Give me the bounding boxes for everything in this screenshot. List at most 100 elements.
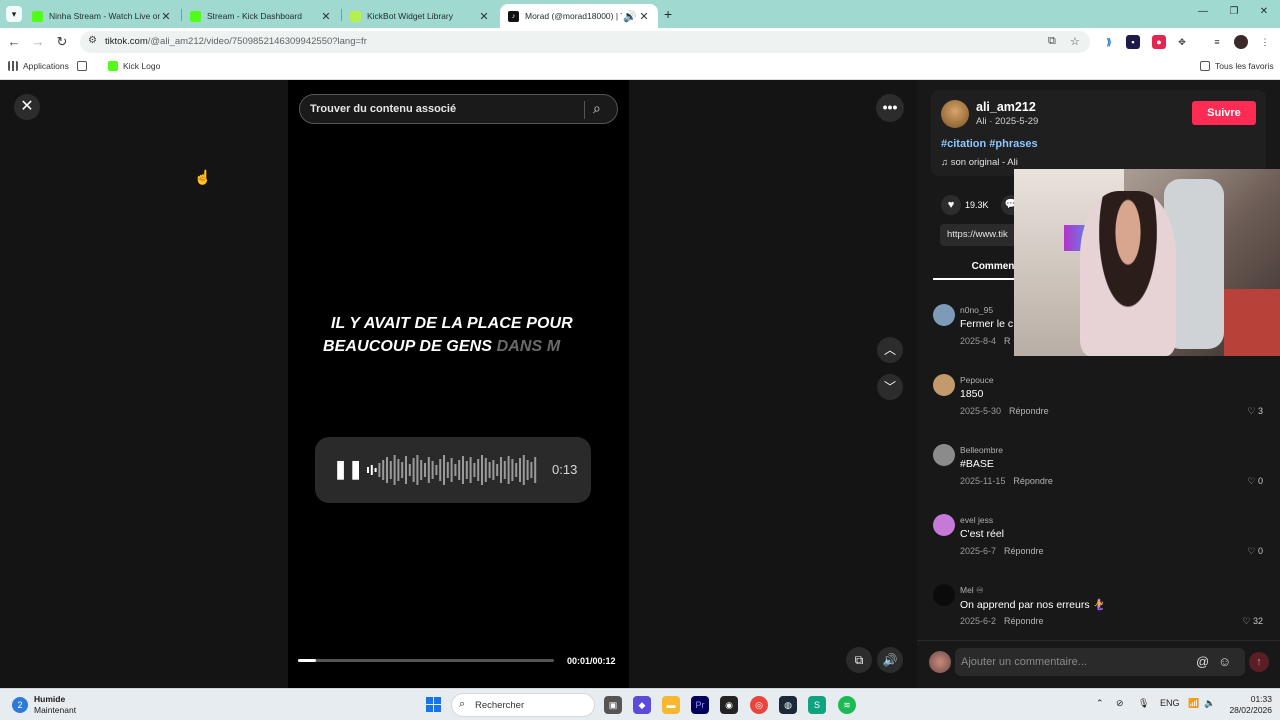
send-arrow-icon[interactable]: ↑	[1249, 652, 1269, 672]
waveform-bar	[503, 461, 506, 479]
video-player[interactable]: Trouver du contenu associé ⌕ IL Y AVAIT …	[288, 80, 629, 688]
pause-icon[interactable]: ❚❚	[333, 459, 363, 480]
close-tab-icon[interactable]: ✕	[638, 10, 650, 23]
commenter-name[interactable]: evel jess	[960, 515, 993, 525]
previous-video-button[interactable]: ︿	[877, 337, 903, 363]
commenter-name[interactable]: n0no_95	[960, 305, 993, 315]
caption-line: IL Y AVAIT DE LA PLACE POUR	[331, 315, 573, 332]
close-tab-icon[interactable]: ✕	[160, 10, 172, 23]
post-hashtags[interactable]: #citation #phrases	[941, 138, 1038, 150]
close-video-button[interactable]: ✕	[14, 94, 40, 120]
comment-like-count[interactable]: ♡ 3	[1247, 406, 1263, 417]
tab-search-button[interactable]: ▾	[6, 6, 22, 22]
steam-icon[interactable]: ◍	[779, 696, 797, 714]
widgets-app-icon[interactable]: ◆	[633, 696, 651, 714]
minimize-icon[interactable]: —	[1196, 6, 1210, 17]
reading-list-icon[interactable]: ≡	[1210, 35, 1224, 49]
bookmark-star-icon[interactable]: ☆	[1070, 35, 1080, 48]
commenter-avatar[interactable]	[933, 514, 955, 536]
taskbar-search[interactable]: ⌕ Rechercher	[451, 693, 595, 717]
back-icon[interactable]: ←	[6, 34, 22, 50]
reload-icon[interactable]: ↻	[54, 34, 70, 50]
profile-avatar-icon[interactable]	[1234, 35, 1248, 49]
waveform-bar	[519, 458, 521, 482]
new-tab-button[interactable]: +	[664, 6, 672, 22]
spotify-icon[interactable]: ≋	[838, 696, 856, 714]
bookmark-kick-logo[interactable]: Kick Logo	[108, 61, 160, 71]
commenter-avatar[interactable]	[933, 584, 955, 606]
file-explorer-icon[interactable]: ▬	[662, 696, 680, 714]
commenter-name[interactable]: Belleombre	[960, 445, 1003, 455]
bookmark-all-favorites[interactable]: Tous les favoris	[1200, 61, 1274, 71]
reply-button[interactable]: Répondre	[1013, 476, 1053, 486]
obs-icon[interactable]: ◉	[720, 696, 738, 714]
comment-input[interactable]: Ajouter un commentaire... @ ☺	[955, 648, 1245, 676]
related-search-input[interactable]: Trouver du contenu associé ⌕	[299, 94, 618, 124]
emoji-icon[interactable]: ☺	[1218, 654, 1231, 669]
weather-widget[interactable]: 2 Humide Maintenant	[12, 694, 76, 716]
right-backdrop	[629, 80, 917, 688]
close-tab-icon[interactable]: ✕	[478, 10, 490, 23]
tray-chevron-icon[interactable]: ⌃	[1096, 698, 1104, 709]
chrome-icon[interactable]: ◎	[750, 696, 768, 714]
speaker-icon[interactable]: 🔊	[622, 10, 638, 23]
extension-square-icon[interactable]: ▪	[1126, 35, 1140, 49]
commenter-name[interactable]: Mel ♾	[960, 585, 984, 596]
commenter-avatar[interactable]	[933, 374, 955, 396]
comment-like-count[interactable]: ♡ 32	[1242, 616, 1263, 627]
tray-network-off-icon[interactable]: ⊘	[1116, 698, 1124, 709]
follow-button[interactable]: Suivre	[1192, 101, 1256, 125]
bookmark-apps[interactable]: Applications	[8, 61, 69, 71]
comment-like-count[interactable]: ♡ 0	[1247, 476, 1263, 487]
premiere-pro-icon[interactable]: Pr	[691, 696, 709, 714]
restore-icon[interactable]: ❐	[1227, 6, 1241, 17]
close-tab-icon[interactable]: ✕	[320, 10, 332, 23]
bookmark-grid[interactable]	[77, 61, 92, 71]
taskview-icon[interactable]: ▣	[604, 696, 622, 714]
extension-wave-icon[interactable]: ⟫	[1102, 35, 1116, 49]
pip-icon[interactable]: ⧉	[846, 647, 872, 673]
more-options-button[interactable]: •••	[876, 94, 904, 122]
tab-ninha-stream[interactable]: Ninha Stream - Watch Live on K ✕	[24, 4, 180, 28]
microphone-icon[interactable]: 🎙	[1138, 698, 1149, 709]
extension-badge-icon[interactable]: ●	[1152, 35, 1166, 49]
reply-button[interactable]: Répondre	[1009, 406, 1049, 416]
next-video-button[interactable]: ﹀	[877, 374, 903, 400]
like-stat[interactable]: ♥ 19.3K	[941, 195, 989, 215]
search-icon[interactable]: ⌕	[593, 100, 601, 117]
like-count: 19.3K	[965, 200, 989, 210]
taskbar-clock[interactable]: 01:33 28/02/2026	[1224, 694, 1272, 716]
speaker-icon[interactable]: 🔈	[1204, 698, 1215, 709]
url-text[interactable]: tiktok.com/@ali_am212/video/750985214630…	[105, 36, 367, 47]
install-app-icon[interactable]: ⧉	[1048, 35, 1056, 48]
input-language[interactable]: ENG	[1160, 698, 1180, 708]
waveform-bar	[382, 460, 385, 480]
volume-icon[interactable]: 🔊	[877, 647, 903, 673]
reply-button[interactable]: R	[1004, 336, 1011, 346]
close-window-icon[interactable]: ✕	[1257, 6, 1271, 17]
address-bar[interactable]: ⚙ tiktok.com/@ali_am212/video/7509852146…	[80, 31, 1090, 53]
site-info-icon[interactable]: ⚙	[88, 35, 97, 46]
wifi-icon[interactable]: 📶	[1188, 698, 1199, 709]
commenter-name[interactable]: Pepouce	[960, 375, 994, 385]
tab-kickbot-widget[interactable]: KickBot Widget Library ✕	[342, 4, 498, 28]
commenter-avatar[interactable]	[933, 444, 955, 466]
video-progress-bar[interactable]	[298, 659, 554, 662]
app-s-icon[interactable]: S	[808, 696, 826, 714]
browser-menu-icon[interactable]: ⋮	[1258, 35, 1272, 49]
comment-like-count[interactable]: ♡ 0	[1247, 546, 1263, 557]
commenter-avatar[interactable]	[933, 304, 955, 326]
tab-tiktok-active[interactable]: ♪ Morad (@morad18000) | Ti 🔊 ✕	[500, 4, 658, 28]
reply-button[interactable]: Répondre	[1004, 616, 1044, 626]
heart-icon[interactable]: ♥	[941, 195, 961, 215]
tab-kick-dashboard[interactable]: Stream - Kick Dashboard ✕	[182, 4, 340, 28]
start-windows-icon[interactable]	[426, 697, 441, 712]
forward-icon[interactable]: →	[30, 34, 46, 50]
waveform-bar	[389, 461, 392, 479]
reply-button[interactable]: Répondre	[1004, 546, 1044, 556]
post-sound[interactable]: ♫ son original - Ali	[941, 157, 1018, 168]
extensions-puzzle-icon[interactable]: ✥	[1175, 35, 1189, 49]
author-username[interactable]: ali_am212	[976, 100, 1036, 114]
author-avatar[interactable]	[941, 100, 969, 128]
mention-icon[interactable]: @	[1196, 654, 1209, 669]
